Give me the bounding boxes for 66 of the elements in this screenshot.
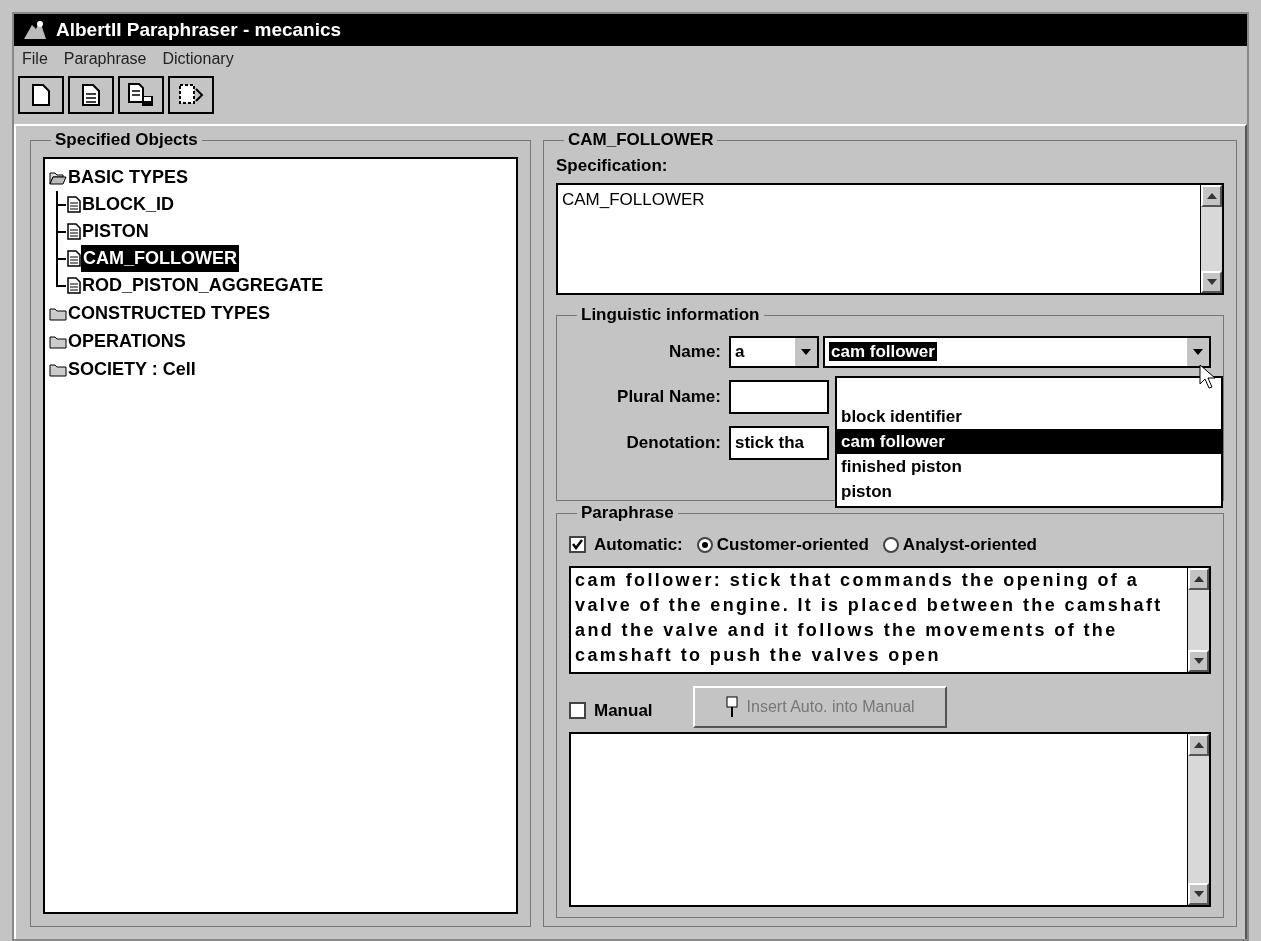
document-arrow-icon (178, 83, 204, 107)
up-arrow-icon (1206, 193, 1217, 199)
tree-item[interactable]: CONSTRUCTED TYPES (67, 299, 272, 327)
document-icon (67, 277, 81, 294)
scrollbar[interactable] (1200, 185, 1222, 293)
document-icon (67, 223, 81, 240)
field-label: Specification: (556, 155, 669, 177)
down-arrow-icon (1193, 891, 1204, 897)
denotation-field[interactable]: stick tha (729, 426, 829, 460)
scrollbar[interactable] (1187, 733, 1209, 905)
checkbox[interactable] (569, 536, 586, 554)
dropdown-option[interactable]: finished piston (837, 454, 1221, 479)
tree-item[interactable]: PISTON (81, 218, 150, 245)
field-value: a (734, 341, 746, 364)
toolbar-button[interactable] (118, 76, 164, 114)
checkbox[interactable] (569, 702, 586, 720)
radio-label: Customer-oriented (716, 534, 869, 556)
name-dropdown[interactable]: cam follower (823, 336, 1211, 368)
tree-item[interactable]: OPERATIONS (67, 327, 187, 355)
dropdown-option[interactable]: piston (837, 479, 1221, 504)
tree-item[interactable]: SOCIETY : Cell (67, 355, 197, 383)
field-value: CAM_FOLLOWER (561, 189, 706, 211)
field-value: cam follower (829, 342, 937, 362)
radio-button[interactable] (696, 536, 713, 553)
down-arrow-icon (1206, 279, 1217, 285)
pin-icon (724, 695, 739, 718)
up-arrow-icon (1193, 741, 1204, 748)
down-arrow-icon (1193, 657, 1204, 664)
caret-icon (795, 338, 817, 366)
caret-icon (1187, 338, 1209, 366)
menu-item[interactable]: File (22, 47, 48, 71)
article-dropdown[interactable]: a (729, 336, 819, 368)
toolbar-button[interactable] (168, 76, 214, 114)
plural-name-field[interactable] (729, 380, 829, 414)
document-disk-icon (128, 83, 154, 107)
dropdown-option[interactable]: cam follower (837, 429, 1221, 454)
menu-item[interactable]: Paraphrase (63, 47, 147, 71)
radio-label: Analyst-oriented (902, 534, 1037, 556)
field-label: Plural Name: (616, 386, 722, 409)
paraphrase-text-area[interactable]: cam follower: stick that commands the opening of a valve of the engine. It is placed between the camshaft and the valve and it follows the movements of the camshaft to push the valves open (569, 565, 1211, 674)
document-icon (67, 196, 81, 213)
blank-page-icon (32, 84, 50, 106)
menu-item[interactable]: Dictionary (162, 47, 234, 71)
toolbar-button[interactable] (18, 76, 64, 114)
tree-connector-icon (55, 191, 67, 218)
tree-connector-icon (55, 218, 67, 245)
tree-item[interactable]: BASIC TYPES (67, 163, 190, 191)
up-arrow-icon (1193, 575, 1204, 582)
paraphrase-text: cam follower: stick that commands the opening of a valve of the engine. It is placed between the camshaft and the valve and it follows the movements of the camshaft to push the valves open (574, 568, 1164, 667)
scrollbar[interactable] (1187, 567, 1209, 672)
radio-button[interactable] (882, 536, 899, 553)
tree-item[interactable]: BLOCK_ID (81, 191, 175, 218)
document-icon (67, 250, 81, 267)
dropdown-option[interactable]: block identifier (837, 404, 1221, 429)
specification-field[interactable]: CAM_FOLLOWER (556, 183, 1224, 295)
checkbox-label: Automatic: (594, 534, 683, 556)
document-icon (82, 84, 100, 106)
tree-item[interactable]: CAM_FOLLOWER (81, 245, 239, 272)
tree-item[interactable]: ROD_PISTON_AGGREGATE (81, 272, 325, 299)
checkbox-label: Manual (594, 700, 653, 722)
field-label: Name: (668, 341, 722, 364)
toolbar-button[interactable] (68, 76, 114, 114)
manual-text-area[interactable] (569, 731, 1211, 907)
window-title: AlbertII Paraphraser - mecanics (56, 17, 342, 42)
app-icon (22, 19, 48, 41)
field-label: Denotation: (625, 432, 722, 455)
